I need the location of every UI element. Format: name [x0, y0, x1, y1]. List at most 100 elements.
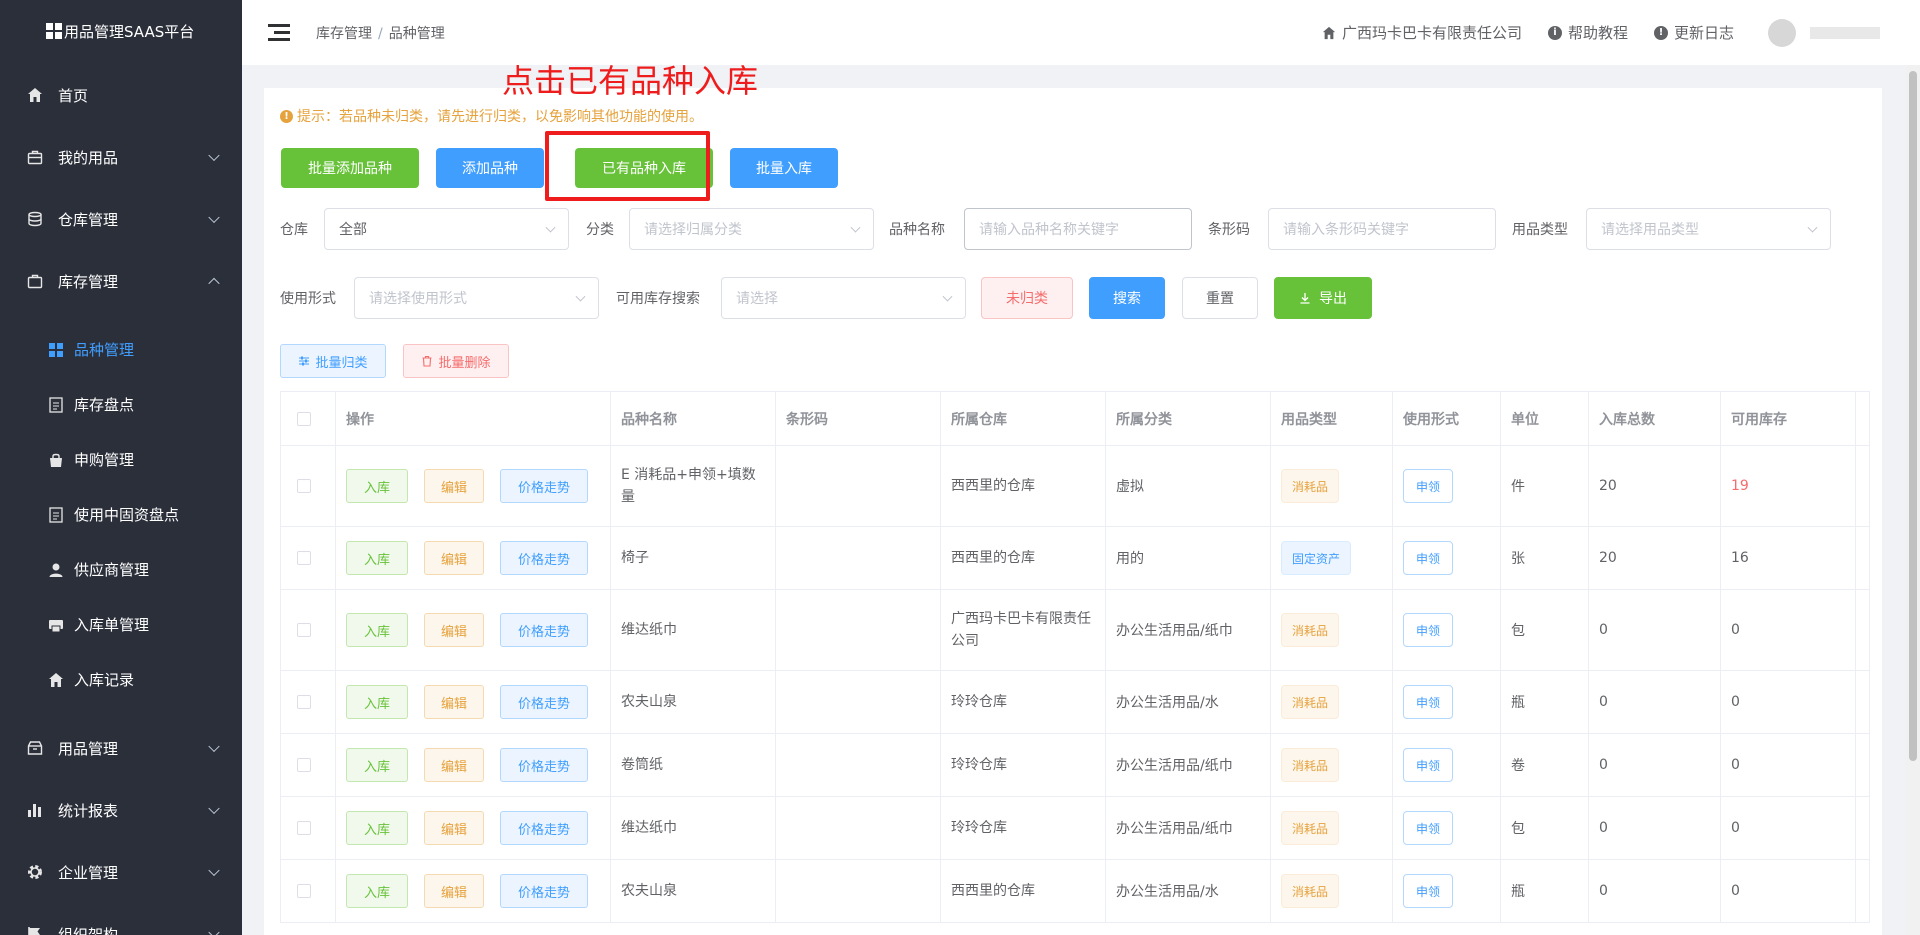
sidebar-subitem-inbound-order[interactable]: 入库单管理: [0, 597, 242, 652]
row-actions: 入库 编辑 价格走势: [336, 671, 611, 733]
batch-delete-button[interactable]: 批量删除: [403, 344, 509, 378]
sidebar-item-inventory[interactable]: 库存管理: [0, 250, 242, 312]
sidebar-item-supplies[interactable]: 用品管理: [0, 717, 242, 779]
usage-tag: 申领: [1403, 613, 1453, 647]
row-checkbox[interactable]: [297, 479, 311, 493]
price-trend-button[interactable]: 价格走势: [500, 541, 588, 575]
breadcrumb-separator: /: [378, 25, 383, 42]
price-trend-button[interactable]: 价格走势: [500, 748, 588, 782]
edit-button[interactable]: 编辑: [424, 469, 484, 503]
row-checkbox[interactable]: [297, 695, 311, 709]
sidebar-item-label: 组织架构: [58, 925, 119, 935]
barcode-cell: [776, 671, 941, 733]
sidebar-item-home[interactable]: 首页: [0, 64, 242, 126]
type-select[interactable]: 请选择用品类型: [1586, 208, 1831, 250]
usage-select[interactable]: 请选择使用形式: [354, 277, 599, 319]
scrollbar-thumb[interactable]: [1909, 71, 1917, 761]
row-checkbox[interactable]: [297, 623, 311, 637]
inbound-button[interactable]: 入库: [346, 613, 408, 647]
sidebar-subitem-supplier[interactable]: 供应商管理: [0, 542, 242, 597]
sidebar-subitem-variety[interactable]: 品种管理: [0, 322, 242, 377]
edit-button[interactable]: 编辑: [424, 748, 484, 782]
edit-button[interactable]: 编辑: [424, 685, 484, 719]
unclassified-button[interactable]: 未归类: [981, 277, 1073, 319]
row-checkbox[interactable]: [297, 821, 311, 835]
sidebar-item-enterprise[interactable]: 企业管理: [0, 841, 242, 903]
name-input[interactable]: 请输入品种名称关键字: [964, 208, 1192, 250]
inbound-button[interactable]: 入库: [346, 748, 408, 782]
sidebar-item-warehouse[interactable]: 仓库管理: [0, 188, 242, 250]
breadcrumb-item[interactable]: 库存管理: [316, 26, 372, 42]
inbound-button[interactable]: 入库: [346, 469, 408, 503]
barcode-cell: [776, 860, 941, 922]
inbound-button[interactable]: 入库: [346, 874, 408, 908]
search-button[interactable]: 搜索: [1089, 277, 1165, 319]
sidebar-item-org[interactable]: 组织架构: [0, 903, 242, 935]
sidebar-item-label: 企业管理: [58, 863, 119, 882]
sidebar-subitem-purchase[interactable]: 申购管理: [0, 432, 242, 487]
usage-cell: 申领: [1393, 527, 1501, 589]
chevron-down-icon: [208, 149, 220, 162]
row-checkbox[interactable]: [297, 884, 311, 898]
export-button[interactable]: 导出: [1274, 277, 1372, 319]
variety-name-cell: 椅子: [611, 527, 776, 589]
warehouse-cell: 西西里的仓库: [941, 446, 1106, 526]
inbound-button[interactable]: 入库: [346, 811, 408, 845]
barcode-input[interactable]: 请输入条形码关键字: [1268, 208, 1496, 250]
stock-search-select[interactable]: 请选择: [721, 277, 966, 319]
top-header: 库存管理 / 品种管理 广西玛卡巴卡有限责任公司 i 帮助教程 ! 更新日志: [242, 0, 1920, 65]
inbound-button[interactable]: 入库: [346, 685, 408, 719]
annotation-highlight-box: [545, 131, 710, 201]
price-trend-button[interactable]: 价格走势: [500, 613, 588, 647]
category-cell: 用的: [1106, 527, 1271, 589]
sidebar-subitem-fixed-asset-check[interactable]: 使用中固资盘点: [0, 487, 242, 542]
type-tag: 消耗品: [1281, 685, 1340, 719]
sidebar-subitem-label: 供应商管理: [74, 561, 150, 579]
changelog-link[interactable]: ! 更新日志: [1653, 22, 1734, 43]
price-trend-button[interactable]: 价格走势: [500, 685, 588, 719]
table-row: 入库 编辑 价格走势 椅子 西西里的仓库 用的 固定资产 申领 张 20 16: [281, 527, 1870, 590]
company-link[interactable]: 广西玛卡巴卡有限责任公司: [1322, 22, 1522, 43]
sidebar-subitem-inbound-records[interactable]: 入库记录: [0, 652, 242, 707]
edit-button[interactable]: 编辑: [424, 874, 484, 908]
menu-toggle-icon[interactable]: [268, 24, 290, 41]
user-menu[interactable]: [1760, 18, 1880, 47]
category-select[interactable]: 请选择归属分类: [629, 208, 874, 250]
price-trend-button[interactable]: 价格走势: [500, 469, 588, 503]
usage-tag: 申领: [1403, 748, 1453, 782]
row-checkbox[interactable]: [297, 758, 311, 772]
chevron-down-icon: [208, 926, 220, 935]
table-row: 入库 编辑 价格走势 农夫山泉 玲玲仓库 办公生活用品/水 消耗品 申领瓶 0 0: [281, 671, 1870, 734]
edit-button[interactable]: 编辑: [424, 613, 484, 647]
batch-inbound-button[interactable]: 批量入库: [730, 148, 838, 188]
add-variety-button[interactable]: 添加品种: [436, 148, 544, 188]
barcode-cell: [776, 527, 941, 589]
warehouse-label: 仓库: [280, 222, 308, 238]
column-header: 条形码: [776, 392, 941, 445]
variety-name-cell: 维达纸巾: [611, 590, 776, 670]
select-all-checkbox[interactable]: [297, 411, 311, 426]
batch-classify-button[interactable]: 批量归类: [280, 344, 386, 378]
page-scrollbar[interactable]: [1906, 65, 1920, 935]
chevron-down-icon: [942, 291, 953, 302]
batch-add-variety-button[interactable]: 批量添加品种: [281, 148, 419, 188]
row-checkbox[interactable]: [297, 551, 311, 565]
edit-button[interactable]: 编辑: [424, 541, 484, 575]
sidebar-item-my-supplies[interactable]: 我的用品: [0, 126, 242, 188]
info-icon: i: [1547, 25, 1562, 40]
edit-button[interactable]: 编辑: [424, 811, 484, 845]
price-trend-button[interactable]: 价格走势: [500, 874, 588, 908]
inbound-button[interactable]: 入库: [346, 541, 408, 575]
type-cell: 消耗品: [1271, 860, 1393, 922]
reset-button[interactable]: 重置: [1182, 277, 1258, 319]
type-tag: 固定资产: [1281, 541, 1352, 575]
total-cell: 0: [1589, 590, 1721, 670]
price-trend-button[interactable]: 价格走势: [500, 811, 588, 845]
sidebar-subitem-stocktake[interactable]: 库存盘点: [0, 377, 242, 432]
unit-cell: 瓶: [1501, 860, 1589, 922]
sidebar-item-reports[interactable]: 统计报表: [0, 779, 242, 841]
help-link[interactable]: i 帮助教程: [1547, 22, 1628, 43]
table-row: 入库 编辑 价格走势 农夫山泉 西西里的仓库 办公生活用品/水 消耗品 申领瓶 0 0: [281, 860, 1870, 923]
warehouse-select[interactable]: 全部: [324, 208, 569, 250]
available-cell: 0: [1721, 590, 1856, 670]
